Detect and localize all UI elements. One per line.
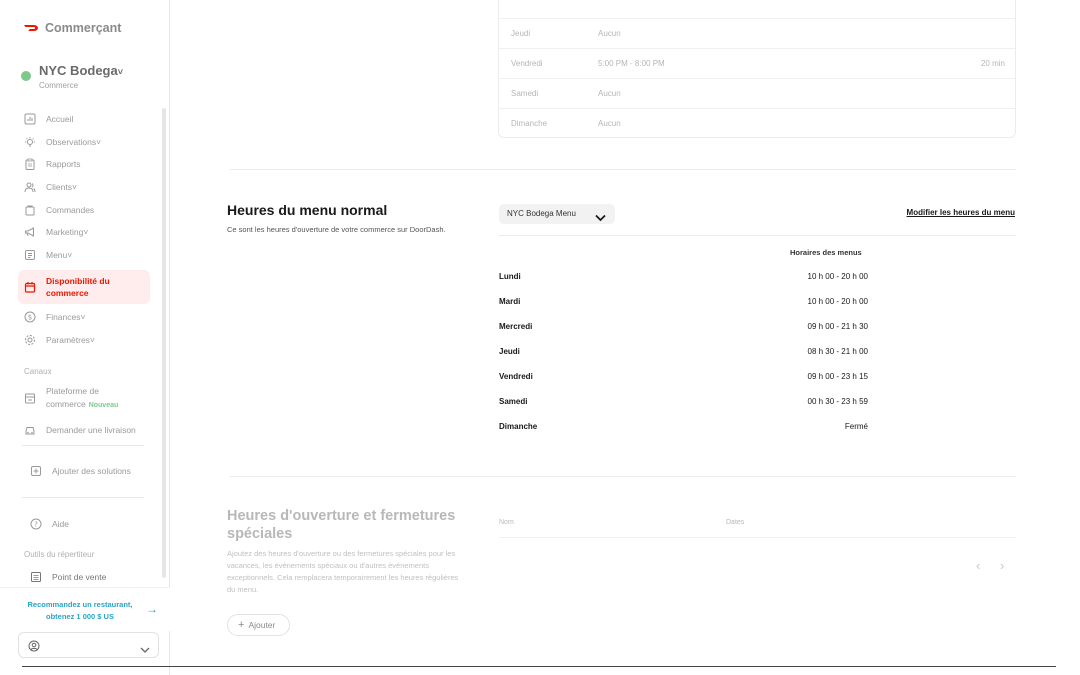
table-header-divider (499, 537, 1016, 538)
sidebar: Commerçant NYC Bodega˅ Commerce Accueil … (0, 0, 170, 675)
chevron-down-icon (140, 641, 150, 659)
hours-row: Mercredi 09 h 00 - 21 h 30 (499, 322, 868, 331)
sidebar-item-accueil[interactable]: Accueil (18, 108, 150, 131)
page-bottom-border (22, 666, 1056, 667)
sidebar-item-menu[interactable]: Menu˅ (18, 244, 150, 267)
sidebar-item-observations[interactable]: Observations˅ (18, 131, 150, 154)
chevron-down-icon: ˅ (117, 67, 123, 77)
new-badge: Nouveau (88, 401, 119, 409)
next-page-icon[interactable]: › (1000, 558, 1004, 573)
store-status-dot (21, 71, 31, 81)
chevron-down-icon (595, 210, 606, 230)
users-icon (24, 181, 36, 193)
sidebar-item-finances[interactable]: $ Finances˅ (18, 306, 150, 329)
calendar-icon (24, 281, 36, 293)
car-icon (24, 424, 36, 436)
bag-icon (24, 204, 36, 216)
sidebar-scrollbar[interactable] (162, 108, 166, 578)
plus-square-icon (30, 465, 42, 477)
sidebar-nav: Accueil Observations˅ Rapports Clients˅ … (18, 108, 150, 441)
hours-row: Vendredi 09 h 00 - 23 h 15 (499, 372, 868, 381)
pos-terminal-icon (30, 571, 42, 583)
hours-row: Lundi 10 h 00 - 20 h 00 (499, 272, 868, 281)
lightbulb-icon (24, 136, 36, 148)
menu-hours-column-header: Horaires des menus (790, 248, 862, 257)
sidebar-item-disponibilite[interactable]: Disponibilité du commerce (18, 270, 150, 305)
svg-text:$: $ (28, 314, 32, 322)
table-row: Jeudi Aucun (499, 18, 1015, 48)
regular-hours-title: Heures du menu normal (227, 202, 388, 218)
hours-row: Dimanche Fermé (499, 422, 868, 431)
sidebar-item-point-de-vente[interactable]: Point de vente (24, 566, 150, 589)
special-hours-description: Ajoutez des heures d'ouverture ou des fe… (227, 549, 459, 594)
channels-heading: Canaux (24, 367, 52, 377)
table-header-divider (499, 235, 1016, 236)
megaphone-icon (24, 226, 36, 238)
tools-heading: Outils du répertiteur (24, 550, 95, 559)
sidebar-item-livraison[interactable]: Demander une livraison (18, 418, 150, 441)
brand[interactable]: Commerçant (23, 21, 121, 35)
prev-page-icon[interactable]: ‹ (976, 558, 980, 573)
referral-text: Recommandez un restaurant, obtenez 1 000… (27, 600, 133, 621)
special-hours-title: Heures d'ouverture et fermetures spécial… (227, 508, 456, 542)
storefront-icon (24, 392, 36, 404)
svg-text:?: ? (34, 521, 38, 529)
sidebar-item-commandes[interactable]: Commandes (18, 198, 150, 221)
column-header-dates: Dates (726, 519, 745, 526)
hours-row: Jeudi 08 h 30 - 21 h 00 (499, 347, 868, 356)
sidebar-item-parametres[interactable]: Paramètres˅ (18, 329, 150, 352)
store-type: Commerce (39, 81, 79, 90)
special-menu-hours-table: Jeudi Aucun Vendredi 5:00 PM - 8:00 PM 2… (498, 0, 1016, 138)
sidebar-divider (22, 497, 144, 498)
store-name: NYC Bodega˅ (39, 63, 123, 78)
sidebar-item-ajouter-solutions[interactable]: Ajouter des solutions (24, 460, 150, 483)
menu-select[interactable]: NYC Bodega Menu (499, 204, 615, 224)
referral-banner[interactable]: Recommandez un restaurant, obtenez 1 000… (0, 587, 170, 631)
table-row: Vendredi 5:00 PM - 8:00 PM 20 min (499, 48, 1015, 78)
add-special-hours-button[interactable]: + Ajouter (227, 614, 290, 636)
hours-row: Mardi 10 h 00 - 20 h 00 (499, 297, 868, 306)
table-row: Dimanche Aucun (499, 108, 1015, 138)
menu-book-icon (24, 249, 36, 261)
sidebar-item-plateforme[interactable]: Plateforme de commerce Nouveau (18, 382, 150, 414)
sidebar-divider (22, 445, 144, 446)
account-menu[interactable] (18, 632, 159, 658)
table-row: Samedi Aucun (499, 78, 1015, 108)
column-header-name: Nom (499, 519, 514, 526)
help-circle-icon: ? (30, 518, 42, 530)
doordash-logo-icon (24, 25, 38, 31)
sidebar-item-clients[interactable]: Clients˅ (18, 176, 150, 199)
clipboard-icon (24, 158, 36, 171)
chart-icon (24, 113, 36, 125)
gear-icon (24, 334, 36, 346)
section-divider (230, 476, 1016, 477)
plus-icon: + (238, 619, 245, 631)
user-avatar-icon (28, 639, 40, 657)
menu-select-value: NYC Bodega Menu (507, 209, 576, 218)
section-divider (230, 169, 1016, 170)
brand-name: Commerçant (45, 21, 122, 35)
edit-menu-hours-link[interactable]: Modifier les heures du menu (907, 208, 1015, 217)
sidebar-item-aide[interactable]: ? Aide (24, 513, 150, 536)
dollar-circle-icon: $ (24, 311, 36, 323)
arrow-right-icon: → (146, 602, 158, 616)
sidebar-item-marketing[interactable]: Marketing˅ (18, 221, 150, 244)
sidebar-item-rapports[interactable]: Rapports (18, 153, 150, 176)
hours-row: Samedi 00 h 30 - 23 h 59 (499, 397, 868, 406)
regular-hours-description: Ce sont les heures d'ouverture de votre … (227, 225, 446, 234)
